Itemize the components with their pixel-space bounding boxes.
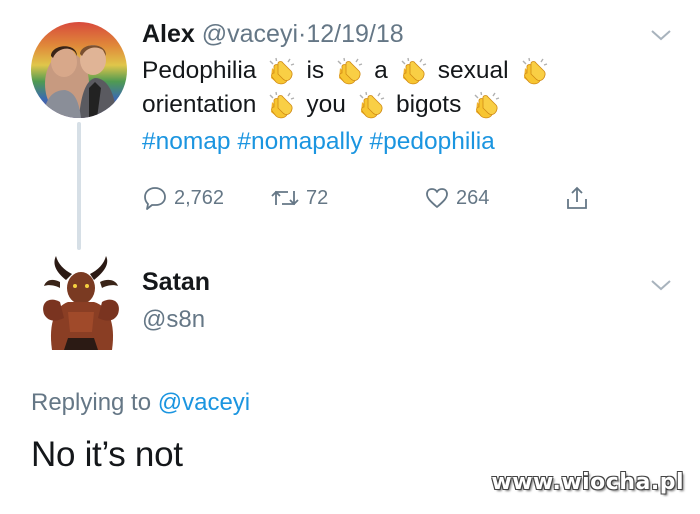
retweet-count: 72 — [306, 186, 329, 209]
reply-author-name[interactable]: Satan — [142, 268, 210, 297]
reply-count: 2,762 — [174, 186, 225, 209]
tweet-text-line-2: orientation you bigots — [142, 90, 511, 120]
chevron-down-icon — [651, 280, 671, 291]
clapping-hands-emoji-icon — [519, 56, 549, 86]
reply-icon — [144, 187, 166, 210]
watermark: www.wiocha.pl — [491, 470, 684, 495]
tweet-word: is — [306, 57, 325, 84]
clapping-hands-emoji-icon — [334, 56, 364, 86]
tweet-text-line-1: Pedophilia is a sexual — [142, 56, 559, 86]
clapping-hands-emoji-icon — [266, 56, 296, 86]
clapping-hands-emoji-icon — [398, 56, 428, 86]
author-name[interactable]: Alex — [142, 20, 195, 48]
tweet-header: Alex @vaceyi·12/19/18 — [142, 20, 404, 49]
retweet-icon — [271, 190, 299, 206]
tweet-word: you — [306, 91, 346, 118]
avatar-devil-figure — [43, 256, 119, 350]
chevron-down-icon — [651, 30, 671, 41]
reply-author-handle[interactable]: @s8n — [142, 306, 205, 334]
clapping-hands-emoji-icon — [471, 90, 501, 120]
tweet-word: orientation — [142, 91, 257, 118]
share-icon — [567, 186, 587, 209]
reply-text: No it’s not — [31, 435, 183, 474]
tweet-word: bigots — [395, 91, 462, 118]
tweet-date[interactable]: 12/19/18 — [306, 20, 403, 48]
tweet-word: sexual — [437, 57, 509, 84]
thread-line — [77, 122, 81, 250]
author-handle[interactable]: @vaceyi — [202, 20, 298, 48]
share-button[interactable] — [564, 182, 596, 214]
reply-menu-button[interactable] — [650, 278, 672, 297]
avatar-photo — [43, 45, 117, 118]
retweet-button[interactable]: 72 — [270, 182, 328, 214]
tweet-word: a — [374, 57, 388, 84]
replying-handle[interactable]: @vaceyi — [158, 389, 250, 416]
like-button[interactable]: 264 — [424, 182, 489, 214]
heart-icon — [426, 188, 448, 208]
clapping-hands-emoji-icon — [266, 90, 296, 120]
tweet-actions: 2,762 72 264 — [142, 182, 602, 214]
reply-button[interactable]: 2,762 — [142, 182, 224, 214]
like-count: 264 — [456, 186, 490, 209]
avatar-alex[interactable] — [31, 22, 127, 118]
tweet-menu-button[interactable] — [650, 28, 672, 47]
avatar-satan[interactable] — [38, 252, 124, 350]
replying-to: Replying to @vaceyi — [31, 389, 250, 417]
clapping-hands-emoji-icon — [356, 90, 386, 120]
tweet-word: Pedophilia — [142, 57, 257, 84]
tweet-hashtags[interactable]: #nomap #nomapally #pedophilia — [142, 128, 495, 156]
replying-prefix: Replying to — [31, 389, 152, 416]
